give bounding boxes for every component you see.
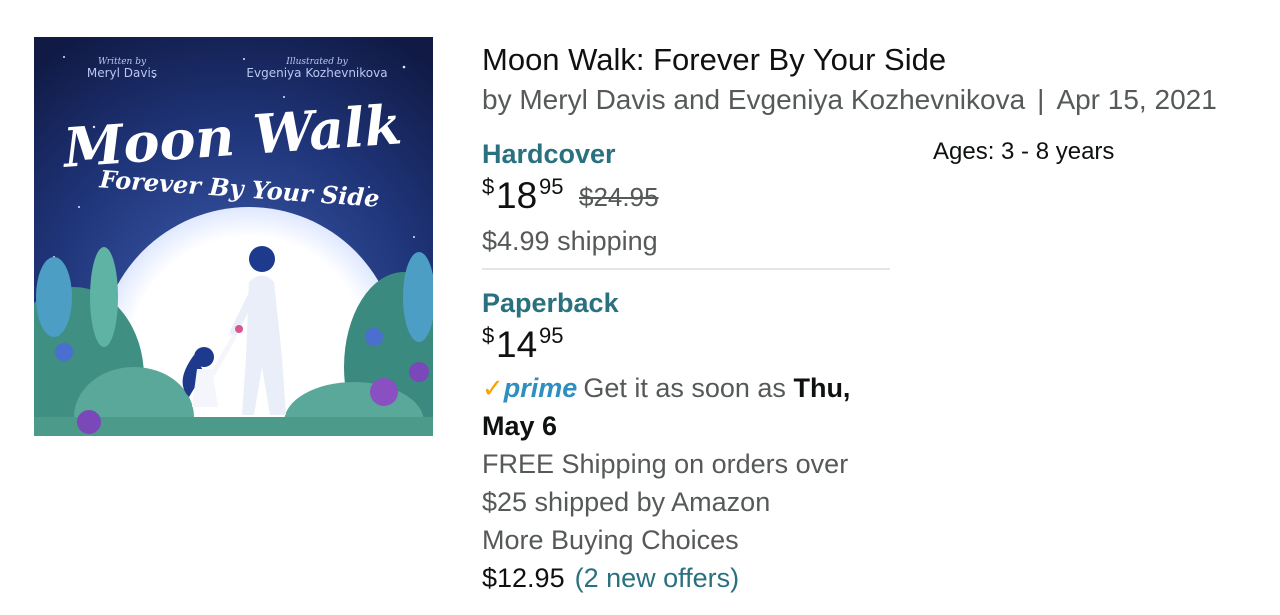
format-divider (482, 268, 890, 270)
product-byline: by Meryl Davis and Evgeniya Kozhevnikova… (482, 80, 1272, 120)
delivery-prefix: Get it as soon as (583, 373, 786, 403)
byline-separator: | (1037, 84, 1045, 115)
price-whole: 18 (496, 175, 538, 216)
prime-check-icon: ✓ (482, 373, 504, 403)
paperback-price[interactable]: $ 14 95 (482, 321, 902, 369)
hardcover-price[interactable]: $ 18 95 $24.95 (482, 172, 890, 220)
paperback-offer: Paperback $ 14 95 ✓ prime Get it as soon … (482, 285, 902, 597)
product-info: Moon Walk: Forever By Your Side by Meryl… (482, 40, 1272, 593)
list-price: $24.95 (579, 182, 659, 212)
cover-author: Meryl Davis (87, 66, 157, 80)
publication-date: Apr 15, 2021 (1056, 84, 1217, 115)
hardcover-link[interactable]: Hardcover (482, 136, 616, 172)
author-line: by Meryl Davis and Evgeniya Kozhevnikova (482, 84, 1026, 115)
book-cover-image[interactable]: Written by Meryl Davis Illustrated by Ev… (34, 37, 433, 436)
age-range: Ages: 3 - 8 years (933, 138, 1115, 165)
price-whole: 14 (496, 324, 538, 365)
prime-wordmark: prime (503, 373, 578, 403)
offer-price: $12.95 (482, 563, 565, 593)
hardcover-shipping: $4.99 shipping (482, 226, 658, 256)
free-shipping-line-2: $25 shipped by Amazon (482, 487, 771, 517)
delivery-date-month: May 6 (482, 411, 558, 441)
other-offers: $12.95 (2 new offers) (482, 559, 902, 597)
product-title[interactable]: Moon Walk: Forever By Your Side (482, 40, 1272, 80)
hardcover-offer: Hardcover $ 18 95 $24.95 $4.99 shipping (482, 136, 890, 270)
more-buying-choices: More Buying Choices (482, 525, 739, 555)
delivery-date-day: Thu, (793, 373, 851, 403)
delivery-info: ✓ prime Get it as soon as Thu, May 6 (482, 369, 902, 445)
price-fraction: 95 (539, 174, 564, 199)
cover-illustrator: Evgeniya Kozhevnikova (246, 66, 387, 80)
cover-illustration: Written by Meryl Davis Illustrated by Ev… (34, 37, 433, 436)
price-currency: $ (482, 174, 495, 199)
price-fraction: 95 (539, 323, 564, 348)
price-currency: $ (482, 323, 495, 348)
prime-badge: ✓ prime (482, 369, 577, 407)
new-offers-link[interactable]: (2 new offers) (575, 563, 740, 593)
paperback-link[interactable]: Paperback (482, 285, 619, 321)
free-shipping-line-1: FREE Shipping on orders over (482, 449, 849, 479)
